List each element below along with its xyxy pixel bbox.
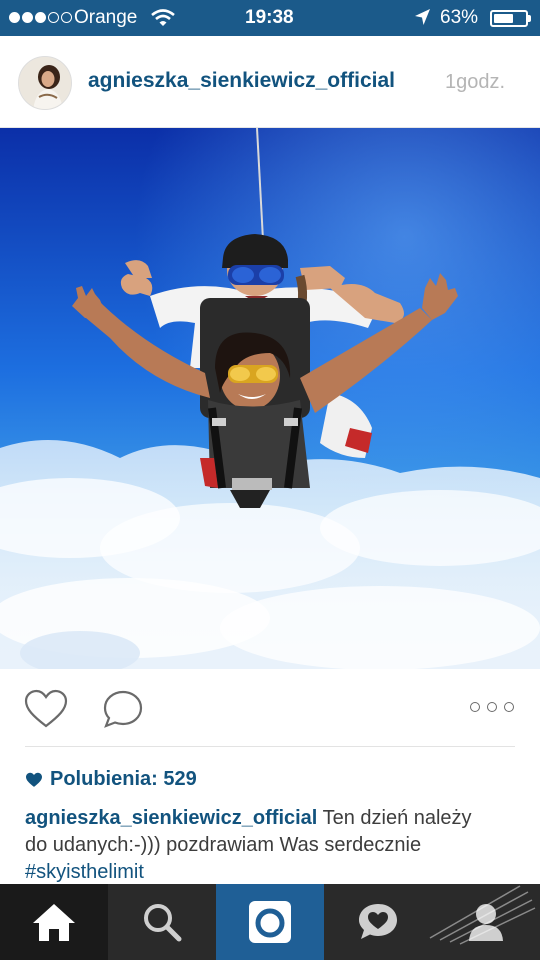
wifi-icon	[151, 9, 175, 26]
battery-fill	[494, 14, 513, 23]
location-arrow-icon	[415, 9, 430, 25]
likes-count[interactable]: Polubienia: 529	[25, 768, 197, 791]
filled-heart-icon	[26, 772, 42, 787]
post-username[interactable]: agnieszka_sienkiewicz_official	[88, 69, 395, 93]
post-header: agnieszka_sienkiewicz_official 1godz.	[0, 36, 540, 128]
tab-camera[interactable]	[216, 884, 324, 960]
post-photo[interactable]	[0, 128, 540, 669]
caption: agnieszka_sienkiewicz_official Ten dzień…	[25, 805, 495, 886]
tab-search[interactable]	[108, 884, 216, 960]
status-bar: Orange 19:38 63%	[0, 0, 540, 36]
home-icon	[33, 904, 75, 941]
profile-icon	[469, 904, 503, 941]
divider	[25, 746, 515, 747]
more-options-icon[interactable]	[470, 699, 518, 715]
activity-icon	[359, 904, 397, 939]
tab-bar	[0, 884, 540, 960]
carrier-name: Orange	[74, 7, 138, 28]
heart-icon[interactable]	[23, 688, 69, 730]
comment-icon[interactable]	[101, 688, 145, 730]
battery-tip	[528, 15, 531, 22]
signal-strength-icon	[9, 12, 72, 23]
avatar[interactable]	[18, 56, 72, 110]
clock: 19:38	[245, 7, 294, 28]
post-time: 1godz.	[445, 71, 506, 93]
battery-percent: 63%	[440, 7, 479, 28]
hashtag-link[interactable]: #skyisthelimit	[25, 861, 144, 883]
action-row	[0, 669, 540, 747]
tab-activity[interactable]	[324, 884, 432, 960]
likes-label: Polubienia: 529	[50, 768, 197, 790]
search-icon	[144, 904, 182, 942]
camera-icon	[249, 901, 291, 943]
caption-username[interactable]: agnieszka_sienkiewicz_official	[25, 807, 317, 829]
tab-home[interactable]	[0, 884, 108, 960]
tab-profile[interactable]	[432, 884, 540, 960]
battery-icon	[490, 10, 528, 27]
